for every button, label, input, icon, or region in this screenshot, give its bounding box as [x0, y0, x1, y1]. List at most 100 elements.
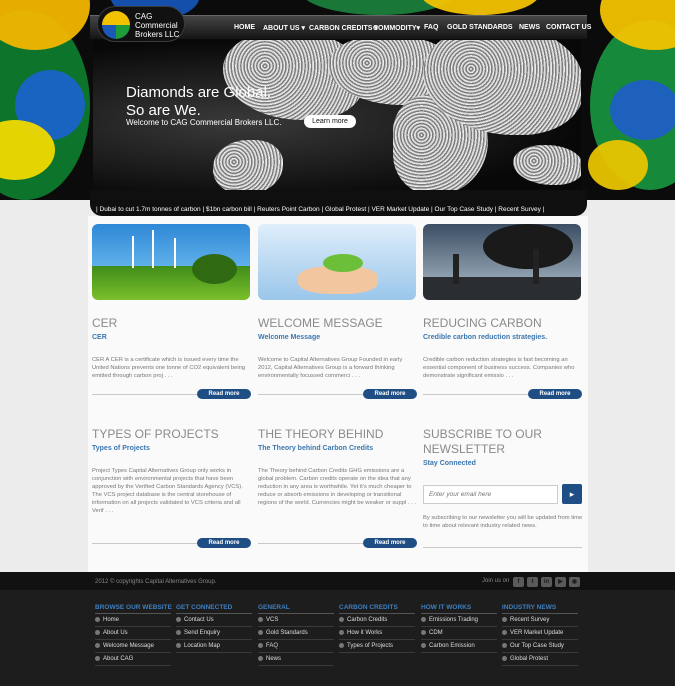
factory-smoke-photo — [423, 224, 581, 300]
footer-link-types-of-projects[interactable]: Types of Projects — [339, 640, 415, 654]
join-us-label: Join us on — [482, 578, 510, 584]
cer-subheading[interactable]: CER — [92, 334, 107, 341]
logo-line: Commercial — [135, 21, 178, 30]
welcome-subheading[interactable]: Welcome Message — [258, 334, 320, 341]
copyright-text: 2012 © copyrights Capital Alternatives G… — [95, 579, 217, 585]
logo[interactable]: CAG Commercial Brokers LLC — [97, 6, 185, 42]
learn-more-button[interactable]: Learn more — [304, 115, 356, 128]
nav-home[interactable]: HOME — [234, 24, 255, 31]
turbine-shape — [132, 236, 134, 268]
cer-body: CER A CER is a certificate which is issu… — [92, 357, 246, 379]
decor-shape — [588, 140, 648, 190]
footer: 2012 © copyrights Capital Alternatives G… — [0, 572, 675, 686]
logo-line: CAG — [135, 12, 153, 21]
footer-link-vcs[interactable]: VCS — [258, 614, 334, 628]
nav-carbon-credits[interactable]: CARBON CREDITS ▾ — [309, 24, 378, 32]
rss-icon[interactable]: ◉ — [569, 577, 580, 587]
footer-link-cdm[interactable]: CDM — [421, 627, 497, 641]
facebook-icon[interactable]: f — [513, 577, 524, 587]
turbine-shape — [152, 230, 154, 268]
footer-link-news[interactable]: News — [258, 653, 334, 667]
welcome-heading: WELCOME MESSAGE — [258, 316, 383, 330]
footer-col-title: GET CONNECTED — [176, 604, 252, 614]
linkedin-icon[interactable]: in — [541, 577, 552, 587]
footer-col-title: BROWSE OUR WEBSITE — [95, 604, 172, 614]
footer-link-faq[interactable]: FAQ — [258, 640, 334, 654]
types-read-more-button[interactable]: Read more — [197, 538, 251, 548]
footer-link-welcome-message[interactable]: Welcome Message — [95, 640, 171, 654]
turbine-shape — [174, 238, 176, 268]
decor-shape — [420, 0, 540, 15]
footer-link-ver-market-update[interactable]: VER Market Update — [502, 627, 578, 641]
hero-title-line: Diamonds are Global. — [126, 84, 272, 101]
logo-line: Brokers LLC — [135, 30, 180, 39]
nav-faq[interactable]: FAQ — [424, 24, 438, 31]
footer-col-carbon-credits: CARBON CREDITS Carbon Credits How it Wor… — [339, 604, 415, 654]
footer-link-about-us[interactable]: About Us — [95, 627, 171, 641]
footer-col-browse: BROWSE OUR WEBSITE Home About Us Welcome… — [95, 604, 172, 667]
hero-banner: Diamonds are Global. So are We. Welcome … — [93, 40, 581, 190]
footer-col-how-it-works: HOW IT WORKS Emissions Trading CDM Carbo… — [421, 604, 497, 654]
newsletter-heading-line1: SUBSCRIBE TO OUR — [423, 427, 542, 441]
reducing-heading: REDUCING CARBON — [423, 316, 542, 330]
types-heading: TYPES OF PROJECTS — [92, 427, 219, 441]
divider — [423, 394, 528, 395]
theory-read-more-button[interactable]: Read more — [363, 538, 417, 548]
newsletter-heading-line2: NEWSLETTER — [423, 442, 506, 456]
footer-link-about-cag[interactable]: About CAG — [95, 653, 171, 667]
footer-link-location-map[interactable]: Location Map — [176, 640, 252, 654]
footer-link-emissions-trading[interactable]: Emissions Trading — [421, 614, 497, 628]
reducing-read-more-button[interactable]: Read more — [528, 389, 582, 399]
youtube-icon[interactable]: ▶ — [555, 577, 566, 587]
footer-link-top-case-study[interactable]: Our Top Case Study — [502, 640, 578, 654]
theory-subheading[interactable]: The Theory behind Carbon Credits — [258, 445, 373, 452]
footer-link-send-enquiry[interactable]: Send Enquiry — [176, 627, 252, 641]
footer-col-connected: GET CONNECTED Contact Us Send Enquiry Lo… — [176, 604, 252, 654]
footer-link-home[interactable]: Home — [95, 614, 171, 628]
hero-title: Diamonds are Global. So are We. — [126, 84, 306, 120]
wind-turbines-photo — [92, 224, 250, 300]
hand-globe-photo — [258, 224, 416, 300]
nav-commodity[interactable]: COMMODITY▾ — [373, 24, 420, 32]
twitter-icon[interactable]: t — [527, 577, 538, 587]
map-landmass — [513, 145, 581, 185]
map-landmass — [213, 140, 283, 190]
logo-text: CAG Commercial Brokers LLC — [135, 12, 179, 39]
footer-link-gold-standards[interactable]: Gold Standards — [258, 627, 334, 641]
nav-about-us[interactable]: ABOUT US ▾ — [263, 24, 305, 32]
footer-top-bar: 2012 © copyrights Capital Alternatives G… — [0, 572, 675, 590]
reducing-subheading[interactable]: Credible carbon reduction strategies. — [423, 334, 547, 341]
footer-link-carbon-emission[interactable]: Carbon Emission — [421, 640, 497, 654]
newsletter-email-input[interactable] — [423, 485, 558, 504]
reducing-body: Credible carbon reduction strategies is … — [423, 357, 575, 379]
cer-read-more-button[interactable]: Read more — [197, 389, 251, 399]
smoke-shape — [483, 224, 573, 269]
footer-col-title: INDUSTRY NEWS — [502, 604, 578, 614]
welcome-body: Welcome to Capital Alternatives Group Fo… — [258, 357, 403, 379]
grass-shape — [323, 254, 363, 272]
footer-col-industry-news: INDUSTRY NEWS Recent Survey VER Market U… — [502, 604, 578, 667]
footer-link-carbon-credits[interactable]: Carbon Credits — [339, 614, 415, 628]
footer-col-general: GENERAL VCS Gold Standards FAQ News — [258, 604, 334, 667]
cer-heading: CER — [92, 316, 118, 330]
chimney-shape — [533, 249, 539, 284]
nav-news[interactable]: NEWS — [519, 24, 540, 31]
types-subheading[interactable]: Types of Projects — [92, 445, 150, 452]
newsletter-subheading: Stay Connected — [423, 460, 476, 467]
divider — [423, 547, 582, 548]
footer-link-how-it-works[interactable]: How it Works — [339, 627, 415, 641]
nav-contact-us[interactable]: CONTACT US — [546, 24, 591, 31]
footer-link-contact-us[interactable]: Contact Us — [176, 614, 252, 628]
subscribe-button[interactable]: ▸ — [562, 484, 582, 504]
footer-col-title: CARBON CREDITS — [339, 604, 415, 614]
welcome-read-more-button[interactable]: Read more — [363, 389, 417, 399]
newsletter-body: By subscribing to our newsletter you wil… — [423, 515, 583, 529]
footer-link-global-protest[interactable]: Global Protest — [502, 653, 578, 667]
footer-link-recent-survey[interactable]: Recent Survey — [502, 614, 578, 628]
types-body: Project Types Capital Alternatives Group… — [92, 468, 243, 514]
news-ticker: | Dubai to cut 1.7m tonnes of carbon | $… — [90, 190, 587, 216]
nav-gold-standards[interactable]: GOLD STANDARDS — [447, 24, 513, 31]
ticker-links[interactable]: | Dubai to cut 1.7m tonnes of carbon | $… — [96, 206, 544, 213]
arrow-right-icon: ▸ — [569, 489, 575, 499]
footer-col-title: GENERAL — [258, 604, 334, 614]
